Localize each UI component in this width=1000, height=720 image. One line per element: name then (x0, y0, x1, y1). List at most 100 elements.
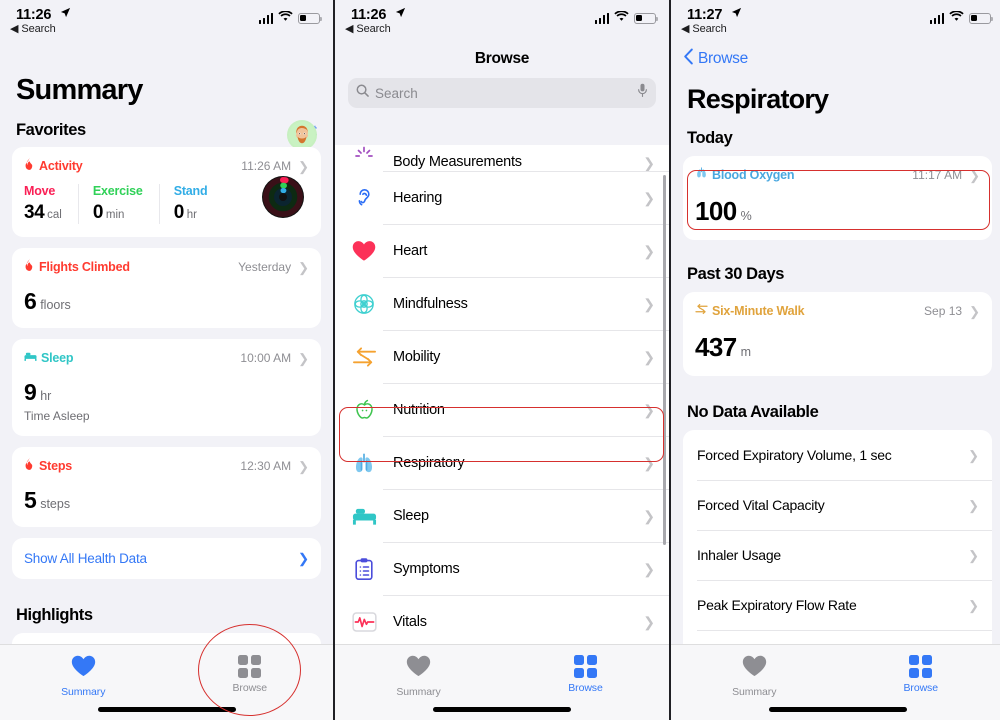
status-back-link-3[interactable]: ◀ Search (681, 22, 727, 35)
tab-browse-label: Browse (568, 682, 603, 694)
ear-icon (351, 185, 377, 211)
home-indicator (97, 707, 236, 712)
card-flights-climbed[interactable]: Flights Climbed Yesterday ❯ 6 floors (12, 248, 321, 328)
chevron-right-icon: ❯ (298, 259, 309, 275)
search-placeholder: Search (375, 85, 418, 101)
status-back-label: Search (356, 23, 391, 35)
card-six-minute-walk[interactable]: Six-Minute Walk Sep 13 ❯ 437 m (683, 292, 992, 376)
no-data-list: Forced Expiratory Volume, 1 sec ❯ Forced… (683, 430, 992, 680)
show-all-health-data-button[interactable]: Show All Health Data ❯ (12, 538, 321, 579)
card-activity[interactable]: Activity 11:26 AM ❯ Move 34 cal Exercise … (12, 147, 321, 237)
wifi-icon (614, 9, 629, 27)
row-inhaler-usage-label: Inhaler Usage (697, 547, 781, 563)
activity-move-label: Move (24, 184, 56, 198)
activity-stand-value: 0 (173, 202, 185, 223)
card-sleep-time: 10:00 AM (240, 351, 292, 365)
status-indicators-3 (929, 9, 993, 27)
card-steps[interactable]: Steps 12:30 AM ❯ 5 steps (12, 447, 321, 527)
row-forced-vital-capacity[interactable]: Forced Vital Capacity ❯ (683, 480, 992, 530)
card-activity-time: 11:26 AM (241, 159, 292, 173)
heart-icon (71, 655, 96, 682)
back-triangle-icon: ◀ (10, 23, 19, 35)
tab-bar-2: Summary Browse (335, 644, 669, 720)
flame-icon (24, 457, 35, 475)
browse-row-sleep[interactable]: Sleep ❯ (335, 489, 669, 542)
card-flights-value: 6 (24, 288, 37, 314)
browse-row-nutrition[interactable]: Nutrition ❯ (335, 383, 669, 436)
browse-row-vitals[interactable]: Vitals ❯ (335, 595, 669, 644)
card-blood-oxygen-unit: % (740, 209, 752, 223)
status-time: 11:26 (16, 7, 52, 23)
user-avatar[interactable] (287, 120, 317, 150)
browse-row-mindfulness-label: Mindfulness (393, 295, 468, 312)
apple-icon (351, 397, 377, 423)
activity-move: Move 34 cal (24, 184, 78, 224)
status-back-link-2[interactable]: ◀ Search (345, 22, 391, 35)
chevron-right-icon: ❯ (643, 613, 655, 630)
card-flights-title: Flights Climbed (39, 260, 130, 274)
card-flights-unit: floors (40, 298, 71, 312)
status-bar-2: 11:26 ◀ Search (335, 0, 669, 44)
browse-row-body-measurements[interactable]: Body Measurements ❯ (335, 145, 669, 171)
tab-browse[interactable]: Browse (167, 655, 334, 694)
browse-row-symptoms[interactable]: Symptoms ❯ (335, 542, 669, 595)
row-forced-expiratory-volume-label: Forced Expiratory Volume, 1 sec (697, 447, 892, 463)
body-icon (351, 145, 377, 170)
card-activity-title: Activity (39, 159, 83, 173)
panel-summary: 11:26 ◀ Search Summary Favorites Activit… (0, 0, 333, 720)
favorites-header: Favorites Edit (0, 107, 333, 147)
browse-row-mindfulness[interactable]: Mindfulness ❯ (335, 277, 669, 330)
summary-scroll-area[interactable]: Summary Favorites Edit (0, 44, 333, 720)
back-to-browse-button[interactable]: Browse (671, 44, 1000, 70)
chevron-right-icon: ❯ (643, 242, 655, 259)
browse-row-respiratory[interactable]: Respiratory ❯ (335, 436, 669, 489)
chevron-right-icon: ❯ (643, 295, 655, 312)
row-peak-expiratory-flow[interactable]: Peak Expiratory Flow Rate ❯ (683, 580, 992, 630)
clipboard-icon (351, 556, 377, 582)
browse-row-hearing[interactable]: Hearing ❯ (335, 171, 669, 224)
browse-category-list[interactable]: Body Measurements ❯ Hearing ❯ Heart ❯ Mi… (335, 145, 669, 644)
tab-browse-label: Browse (903, 682, 939, 694)
card-sleep-value: 9 (24, 379, 37, 405)
browse-row-heart-label: Heart (393, 242, 428, 259)
tab-browse[interactable]: Browse (838, 655, 1000, 694)
row-inhaler-usage[interactable]: Inhaler Usage ❯ (683, 530, 992, 580)
chevron-right-icon: ❯ (969, 167, 980, 183)
chevron-left-icon (683, 48, 694, 70)
browse-row-symptoms-label: Symptoms (393, 560, 460, 577)
card-blood-oxygen-value: 100 (695, 196, 737, 226)
card-sleep-sublabel: Time Asleep (24, 409, 90, 423)
activity-move-value: 34 (24, 202, 45, 223)
lungs-icon (695, 166, 708, 184)
browse-row-mobility[interactable]: Mobility ❯ (335, 330, 669, 383)
microphone-icon[interactable] (637, 83, 648, 103)
row-forced-vital-capacity-label: Forced Vital Capacity (697, 497, 825, 513)
tab-summary[interactable]: Summary (0, 655, 167, 698)
chevron-right-icon: ❯ (968, 447, 979, 463)
row-forced-expiratory-volume[interactable]: Forced Expiratory Volume, 1 sec ❯ (683, 430, 992, 480)
browse-row-sleep-label: Sleep (393, 507, 429, 524)
browse-header: 11:26 ◀ Search Browse Search (335, 0, 669, 145)
search-input[interactable]: Search (348, 78, 656, 108)
scrollbar-thumb[interactable] (663, 175, 666, 545)
heart-icon (406, 655, 431, 682)
activity-stand-unit: hr (186, 209, 197, 221)
chevron-right-icon: ❯ (643, 348, 655, 365)
status-back-link-1[interactable]: ◀ Search (10, 22, 56, 35)
activity-exercise-label: Exercise (92, 184, 143, 198)
home-indicator (768, 707, 907, 712)
card-blood-oxygen[interactable]: Blood Oxygen 11:17 AM ❯ 100 % (683, 156, 992, 240)
activity-exercise-value: 0 (92, 202, 104, 223)
tab-summary[interactable]: Summary (335, 655, 502, 698)
card-blood-oxygen-title: Blood Oxygen (712, 168, 795, 182)
location-arrow-icon (731, 5, 742, 23)
card-six-minute-walk-value: 437 (695, 332, 737, 362)
card-sleep[interactable]: Sleep 10:00 AM ❯ 9 hr Time Asleep (12, 339, 321, 436)
tab-browse[interactable]: Browse (502, 655, 669, 694)
browse-row-heart[interactable]: Heart ❯ (335, 224, 669, 277)
tab-summary[interactable]: Summary (671, 655, 838, 698)
card-sleep-unit: hr (40, 389, 52, 403)
activity-move-unit: cal (47, 209, 62, 221)
status-time: 11:27 (687, 7, 723, 23)
battery-icon (634, 12, 658, 24)
